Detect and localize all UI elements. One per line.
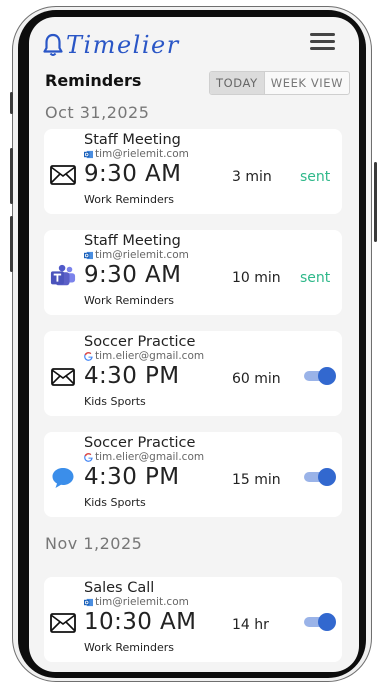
power-button — [374, 162, 377, 242]
google-icon — [84, 351, 93, 361]
reminder-title: Sales Call — [84, 580, 155, 596]
envelope-icon — [50, 364, 76, 390]
reminder-account: tim.elier@gmail.com — [84, 350, 204, 362]
reminder-account: tim@rielemit.com — [84, 148, 189, 160]
envelope-icon — [50, 610, 76, 636]
volume-up-button — [10, 148, 13, 204]
account-email: tim.elier@gmail.com — [95, 350, 205, 362]
reminder-time: 9:30 AM — [84, 262, 182, 288]
teams-icon — [50, 263, 76, 289]
account-email: tim@rielemit.com — [95, 249, 189, 261]
app-name: Timelier — [66, 31, 180, 59]
top-bar: Timelier — [29, 17, 359, 69]
volume-down-button — [10, 216, 13, 272]
reminder-title: Staff Meeting — [84, 233, 181, 249]
reminder-account: tim@rielemit.com — [84, 249, 189, 261]
reminder-time: 4:30 PM — [84, 363, 180, 389]
chat-bubble-icon — [50, 465, 76, 491]
outlook-icon — [84, 251, 93, 259]
reminder-time: 4:30 PM — [84, 464, 180, 490]
enable-toggle[interactable] — [302, 613, 336, 631]
tab-today[interactable]: TODAY — [210, 72, 265, 94]
reminder-card[interactable]: Soccer Practice tim.elier@gmail.com 4:30… — [44, 432, 342, 517]
outlook-icon — [84, 150, 93, 158]
status-sent: sent — [300, 270, 331, 286]
reminder-lead-time: 3 min — [232, 169, 272, 185]
bell-icon — [43, 33, 63, 56]
mute-switch — [10, 92, 13, 114]
hamburger-menu-icon[interactable] — [310, 33, 335, 53]
reminder-category: Work Reminders — [84, 294, 175, 307]
reminder-lead-time: 60 min — [232, 371, 281, 387]
reminder-card[interactable]: Staff Meeting tim@rielemit.com 9:30 AM W… — [44, 129, 342, 214]
reminder-time: 10:30 AM — [84, 609, 197, 635]
date-header: Oct 31,2025 — [45, 103, 150, 122]
app-logo: Timelier — [43, 31, 180, 59]
date-header: Nov 1,2025 — [45, 534, 143, 553]
status-sent: sent — [300, 169, 331, 185]
reminder-title: Soccer Practice — [84, 435, 196, 451]
reminder-category: Kids Sports — [84, 496, 146, 509]
reminder-title: Soccer Practice — [84, 334, 196, 350]
account-email: tim.elier@gmail.com — [95, 451, 205, 463]
enable-toggle[interactable] — [302, 468, 336, 486]
reminder-card[interactable]: Sales Call tim@rielemit.com 10:30 AM Wor… — [44, 577, 342, 662]
reminder-time: 9:30 AM — [84, 161, 182, 187]
outlook-icon — [84, 598, 93, 606]
app-screen: Timelier Reminders TODAY WEEK VIEW Oct 3… — [29, 17, 359, 672]
reminder-category: Kids Sports — [84, 395, 146, 408]
reminder-lead-time: 14 hr — [232, 617, 269, 633]
reminder-lead-time: 10 min — [232, 270, 281, 286]
reminder-category: Work Reminders — [84, 641, 175, 654]
account-email: tim@rielemit.com — [95, 596, 189, 608]
account-email: tim@rielemit.com — [95, 148, 189, 160]
google-icon — [84, 452, 93, 462]
reminder-account: tim@rielemit.com — [84, 596, 189, 608]
enable-toggle[interactable] — [302, 367, 336, 385]
reminder-title: Staff Meeting — [84, 132, 181, 148]
reminder-category: Work Reminders — [84, 193, 175, 206]
tab-week-view[interactable]: WEEK VIEW — [265, 72, 349, 94]
envelope-icon — [50, 162, 76, 188]
view-toggle: TODAY WEEK VIEW — [209, 71, 351, 95]
reminder-lead-time: 15 min — [232, 472, 281, 488]
reminder-card[interactable]: Soccer Practice tim.elier@gmail.com 4:30… — [44, 331, 342, 416]
page-title: Reminders — [45, 71, 142, 90]
reminder-card[interactable]: Staff Meeting tim@rielemit.com 9:30 AM W… — [44, 230, 342, 315]
reminder-account: tim.elier@gmail.com — [84, 451, 204, 463]
